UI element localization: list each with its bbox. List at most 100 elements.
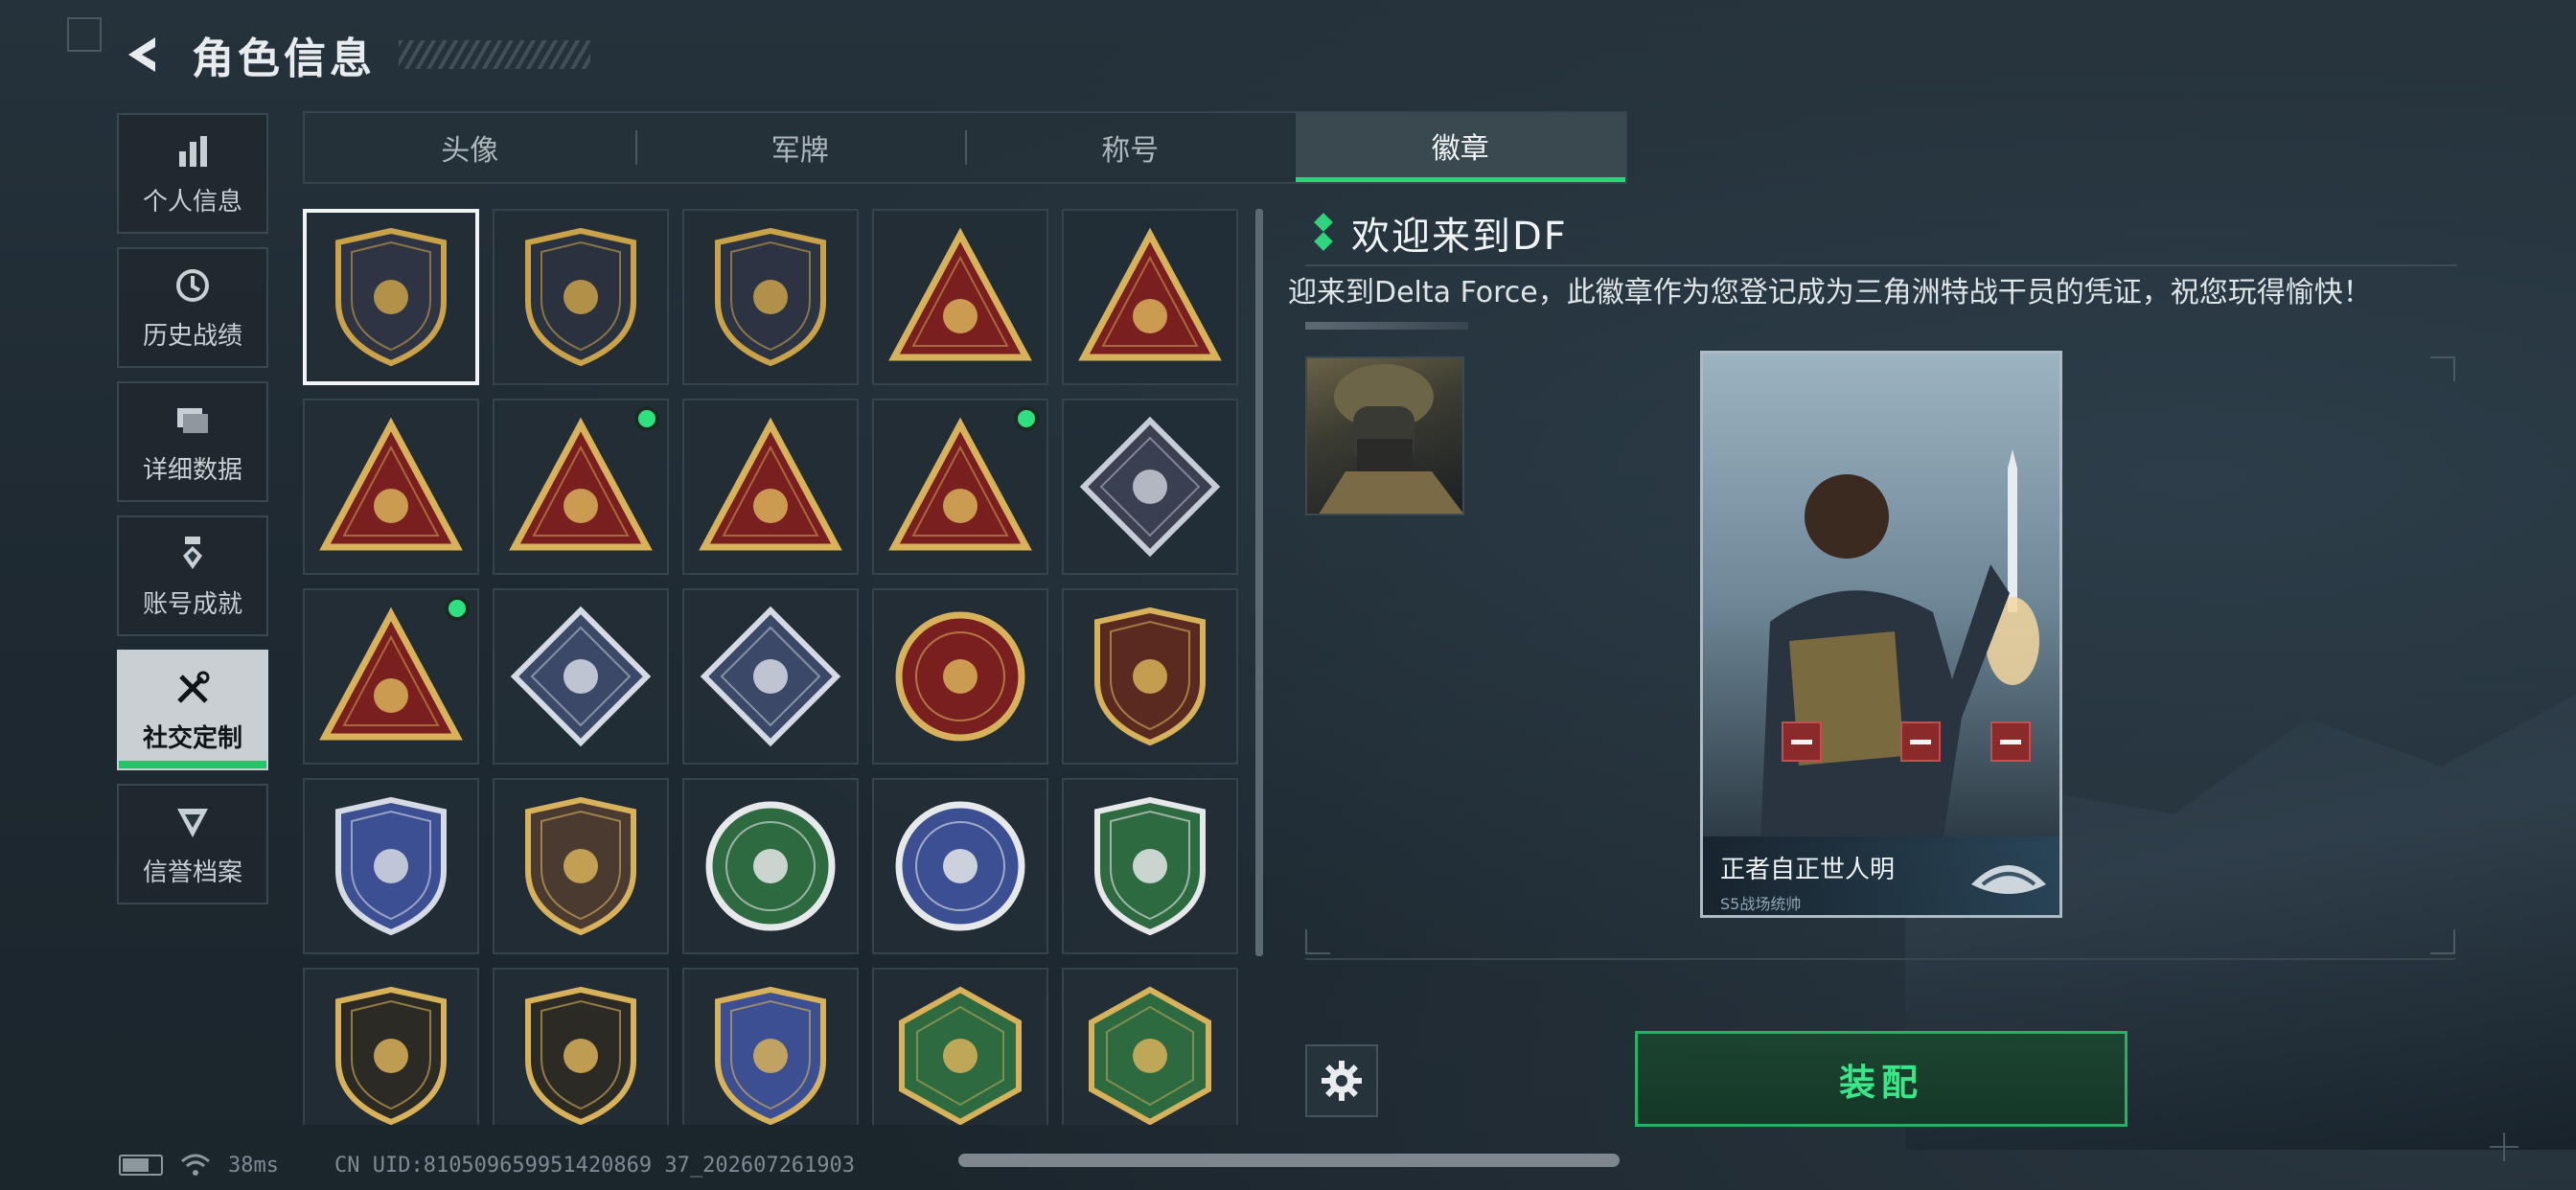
badge-slot[interactable] (872, 588, 1048, 765)
rocket-badge-icon (888, 417, 1032, 551)
rank-emblem-icon (1971, 865, 2046, 894)
badge-detail-title: 欢迎来到DF (1351, 215, 1568, 259)
remove-badge-button[interactable] (1782, 721, 1822, 762)
smg-badge-icon (335, 986, 447, 1125)
tab-badge[interactable]: 徽章 (1295, 113, 1625, 182)
tab-dog-tag[interactable]: 军牌 (634, 113, 966, 182)
battery-icon (119, 1155, 163, 1176)
diver-badge-icon (319, 606, 463, 741)
badge-slot[interactable] (682, 968, 859, 1125)
badge-grid-scrollbar[interactable] (1255, 209, 1263, 956)
badge-slot[interactable] (493, 588, 669, 765)
frame-corner (2430, 929, 2455, 954)
soldiers-badge-icon (699, 417, 842, 551)
badge-slot[interactable] (682, 399, 859, 575)
rose-badge-icon (1079, 416, 1221, 558)
sidebar-item-label: 社交定制 (142, 723, 242, 753)
badge-slot[interactable] (303, 588, 479, 765)
sidebar-item-label: 账号成就 (142, 589, 242, 619)
ping-value: 38ms (228, 1153, 279, 1178)
badge-slot[interactable] (682, 588, 859, 765)
equip-button[interactable]: 装配 (1635, 1031, 2128, 1127)
badge-slot[interactable] (682, 778, 859, 954)
badge-slot[interactable] (303, 399, 479, 575)
bar-chart-icon (172, 130, 214, 172)
sidebar-item-personal-info[interactable]: 个人信息 (117, 113, 268, 234)
title-decoration (399, 40, 590, 69)
history-clock-icon (172, 264, 214, 307)
badge-slot[interactable] (493, 399, 669, 575)
new-indicator-dot (445, 596, 470, 621)
tab-avatar[interactable]: 头像 (305, 113, 635, 182)
crossed-knife-badge-icon (715, 986, 826, 1125)
sidebar-item-reputation[interactable]: 信誉档案 (117, 784, 268, 904)
gear-icon (1322, 1061, 1362, 1101)
badge-slot[interactable] (1062, 968, 1238, 1125)
badge-grid-container (303, 209, 1242, 1125)
badge-slot[interactable] (1062, 399, 1238, 575)
delta-shield-badge-icon (335, 227, 447, 367)
rifle-crosshair-badge-icon (1094, 796, 1206, 936)
gem-badge-icon (525, 796, 636, 936)
badge-slot[interactable] (872, 399, 1048, 575)
sidebar-item-label: 历史战绩 (142, 321, 242, 351)
badge-slot[interactable] (303, 968, 479, 1125)
preview-info-bar: 正者自正世人明 S5战场统帅 (1703, 836, 2059, 915)
badge-slot[interactable] (1062, 588, 1238, 765)
blurred-text (1305, 322, 1468, 330)
sidebar-item-achievements[interactable]: 账号成就 (117, 515, 268, 636)
badge-slot[interactable] (493, 209, 669, 385)
launcher-badge-icon (510, 606, 652, 747)
tools-icon (172, 667, 214, 709)
badge-slot[interactable] (872, 968, 1048, 1125)
nest-egg-badge-icon (1078, 227, 1222, 361)
shotgun-badge-icon (525, 986, 636, 1125)
status-bar: 38ms CN UID:810509659951420869 37_202607… (119, 1146, 855, 1184)
frame-corner (2430, 356, 2455, 381)
chevron-wing-badge-icon (1094, 606, 1206, 746)
corner-plus-mark (2490, 1133, 2518, 1161)
back-arrow-icon[interactable] (115, 26, 172, 83)
operator-avatar (1305, 356, 1464, 515)
settings-button[interactable] (1305, 1044, 1378, 1117)
usb-drive-badge-icon (509, 417, 653, 551)
badge-slot[interactable] (872, 209, 1048, 385)
sidebar-item-label: 个人信息 (142, 187, 242, 217)
sidebar-item-history[interactable]: 历史战绩 (117, 247, 268, 368)
star-skull-badge-icon (895, 611, 1025, 742)
badge-slot[interactable] (303, 778, 479, 954)
divider (1305, 264, 2457, 266)
remove-badge-button[interactable] (1900, 721, 1941, 762)
badge-slot[interactable] (493, 778, 669, 954)
badge-grid (303, 209, 1242, 1125)
badge-slot[interactable] (872, 778, 1048, 954)
badge-slot[interactable] (303, 209, 479, 385)
wifi-icon (181, 1154, 210, 1176)
number-one-badge-icon (319, 417, 463, 551)
sidebar-item-label: 详细数据 (142, 455, 242, 485)
helicopter-badge-icon (525, 227, 636, 367)
badge-slot[interactable] (1062, 778, 1238, 954)
hornet-badge-2-icon (1089, 986, 1211, 1125)
badge-detail-description: 迎来到Delta Force，此徽章作为您登记成为三角洲特战干员的凭证，祝您玩得… (1288, 276, 2372, 309)
user-uid: CN UID:810509659951420869 37_20260726190… (334, 1153, 856, 1178)
header: 角色信息 (115, 21, 590, 88)
sidebar-item-social-customization[interactable]: 社交定制 (117, 650, 268, 770)
corner-frame (67, 17, 102, 52)
hornet-badge-icon (899, 986, 1022, 1125)
badge-slot[interactable] (1062, 209, 1238, 385)
sidebar-item-detailed-data[interactable]: 详细数据 (117, 381, 268, 502)
home-indicator[interactable] (958, 1154, 1620, 1167)
preview-artwork (1703, 354, 2059, 842)
tab-title[interactable]: 称号 (965, 113, 1296, 182)
boat-badge-icon (700, 606, 841, 747)
dagger-badge-icon (715, 227, 826, 367)
sidebar-item-label: 信誉档案 (142, 858, 242, 887)
remove-badge-button[interactable] (1990, 721, 2031, 762)
hand-sign-badge-icon (888, 227, 1032, 361)
star-tank-badge-icon (895, 801, 1025, 931)
badge-slot[interactable] (682, 209, 859, 385)
page-title: 角色信息 (192, 34, 376, 83)
badge-slot[interactable] (493, 968, 669, 1125)
reputation-shield-icon (172, 801, 214, 843)
